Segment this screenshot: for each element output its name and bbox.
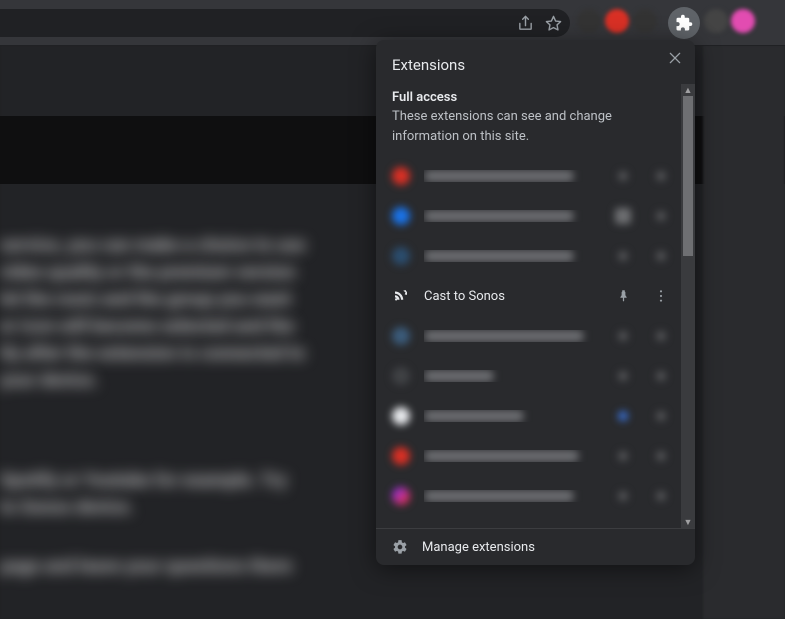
pin-button[interactable] <box>611 164 635 188</box>
background-text: service, you can make a choice to use <box>0 235 305 256</box>
star-icon[interactable] <box>544 14 562 32</box>
extension-icon <box>392 327 410 345</box>
extension-icon <box>392 407 410 425</box>
scroll-down-arrow[interactable]: ▼ <box>681 516 695 528</box>
more-button[interactable] <box>649 284 673 308</box>
extension-row[interactable] <box>376 476 681 516</box>
background-text: video quality or the premium version <box>0 262 295 283</box>
extension-name <box>424 490 574 502</box>
extension-icon <box>392 207 410 225</box>
gear-icon <box>392 539 408 555</box>
more-button[interactable] <box>649 444 673 468</box>
more-button[interactable] <box>649 164 673 188</box>
popup-title: Extensions <box>392 50 679 78</box>
extension-list-scroll: Full access These extensions can see and… <box>376 84 681 528</box>
popup-body: Full access These extensions can see and… <box>376 84 695 528</box>
pin-button[interactable] <box>611 484 635 508</box>
extension-icon <box>392 447 410 465</box>
extension-name <box>424 210 574 222</box>
extension-row[interactable] <box>376 196 681 236</box>
extension-name <box>424 410 524 422</box>
extension-row[interactable] <box>376 436 681 476</box>
background-text: Spotify or Youtube for example. Try <box>0 470 287 491</box>
sonos-icon <box>392 287 410 305</box>
background-text: tly after the extension is connected to <box>0 343 305 364</box>
extension-row[interactable] <box>376 156 681 196</box>
extensions-button[interactable] <box>668 7 700 39</box>
pin-button[interactable] <box>611 404 635 428</box>
manage-extensions-button[interactable]: Manage extensions <box>376 528 695 565</box>
popup-header: Extensions <box>376 40 695 84</box>
toolbar-profile-area <box>704 9 755 33</box>
more-button[interactable] <box>649 324 673 348</box>
scrollbar-thumb[interactable] <box>683 96 693 256</box>
pin-button[interactable] <box>611 444 635 468</box>
extension-name <box>424 330 584 342</box>
extension-name: Cast to Sonos <box>424 289 597 304</box>
extension-icon <box>392 167 410 185</box>
manage-extensions-label: Manage extensions <box>422 540 535 555</box>
extension-name <box>424 450 579 462</box>
scroll-up-arrow[interactable]: ▲ <box>681 84 695 96</box>
toolbar-extension-icons <box>577 9 657 33</box>
extensions-popup: Extensions Full access These extensions … <box>376 40 695 565</box>
pin-button[interactable] <box>611 284 635 308</box>
extension-icon <box>392 367 410 385</box>
background-text: let the room and the group you want <box>0 289 291 310</box>
extension-row[interactable] <box>376 316 681 356</box>
extension-row-cast-to-sonos[interactable]: Cast to Sonos <box>376 276 681 316</box>
omnibox[interactable] <box>0 9 570 37</box>
extension-name <box>424 170 574 182</box>
extension-row[interactable] <box>376 236 681 276</box>
more-button[interactable] <box>649 484 673 508</box>
extension-name <box>424 370 494 382</box>
background-text: page and leave your questions there <box>0 556 292 577</box>
extension-icon <box>392 487 410 505</box>
pin-button[interactable] <box>611 324 635 348</box>
pin-button[interactable] <box>611 204 635 228</box>
section-heading: Full access <box>376 84 681 105</box>
close-button[interactable] <box>665 48 685 68</box>
extension-row[interactable] <box>376 356 681 396</box>
more-button[interactable] <box>649 204 673 228</box>
pin-button[interactable] <box>611 244 635 268</box>
extension-name <box>424 250 574 262</box>
background-text: er icon will become selected and the <box>0 316 294 337</box>
section-description: These extensions can see and change info… <box>376 105 681 156</box>
extension-row[interactable] <box>376 396 681 436</box>
more-button[interactable] <box>649 404 673 428</box>
page-right-column <box>703 45 785 619</box>
extension-icon <box>392 247 410 265</box>
pin-button[interactable] <box>611 364 635 388</box>
background-text: your device. <box>0 370 98 391</box>
more-button[interactable] <box>649 364 673 388</box>
scrollbar[interactable]: ▲ ▼ <box>681 84 695 528</box>
background-text: to Sonos device. <box>0 497 134 518</box>
share-icon[interactable] <box>516 14 534 32</box>
more-button[interactable] <box>649 244 673 268</box>
